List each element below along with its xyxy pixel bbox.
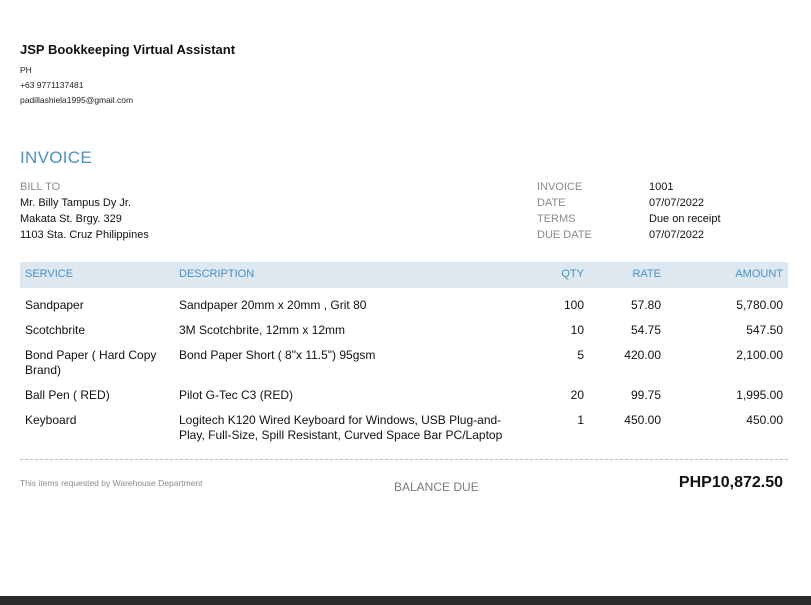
bottom-bar bbox=[0, 596, 811, 605]
cell-description: Sandpaper 20mm x 20mm , Grit 80 bbox=[179, 298, 367, 312]
header-service: SERVICE bbox=[25, 268, 74, 280]
cell-rate: 420.00 bbox=[624, 348, 661, 362]
meta-row-invoice: INVOICE 1001 bbox=[537, 179, 721, 195]
cell-description: Bond Paper Short ( 8"x 11.5") 95gsm bbox=[179, 348, 376, 362]
cell-rate: 450.00 bbox=[624, 413, 661, 427]
cell-service: Bond Paper ( Hard Copy Brand) bbox=[25, 348, 157, 377]
meta-label: DATE bbox=[537, 197, 566, 209]
company-email: padillashiela1995@gmail.com bbox=[20, 95, 134, 105]
company-phone: +63 9771137481 bbox=[20, 80, 84, 90]
table-row: Bond Paper ( Hard Copy Brand) Bond Paper… bbox=[20, 348, 788, 388]
cell-description: Pilot G-Tec C3 (RED) bbox=[179, 388, 294, 402]
cell-qty: 10 bbox=[570, 323, 584, 337]
meta-value: Due on receipt bbox=[649, 213, 721, 225]
cell-amount: 2,100.00 bbox=[736, 348, 783, 362]
cell-amount: 547.50 bbox=[746, 323, 783, 337]
meta-row-terms: TERMS Due on receipt bbox=[537, 211, 721, 227]
table-row: Sandpaper Sandpaper 20mm x 20mm , Grit 8… bbox=[20, 298, 788, 323]
meta-label: INVOICE bbox=[537, 181, 583, 193]
cell-amount: 5,780.00 bbox=[736, 298, 783, 312]
header-description: DESCRIPTION bbox=[179, 268, 255, 280]
invoice-meta: INVOICE 1001 DATE 07/07/2022 TERMS Due o… bbox=[537, 179, 721, 243]
dashed-divider bbox=[20, 459, 788, 460]
bill-to-label: BILL TO bbox=[20, 181, 61, 193]
cell-description: Logitech K120 Wired Keyboard for Windows… bbox=[179, 413, 503, 442]
balance-due-value: PHP10,872.50 bbox=[678, 474, 783, 491]
line-items: Sandpaper Sandpaper 20mm x 20mm , Grit 8… bbox=[20, 298, 788, 453]
table-row: Scotchbrite 3M Scotchbrite, 12mm x 12mm … bbox=[20, 323, 788, 348]
cell-service: Ball Pen ( RED) bbox=[25, 388, 110, 402]
header-rate: RATE bbox=[632, 268, 661, 280]
table-row: Ball Pen ( RED) Pilot G-Tec C3 (RED) 20 … bbox=[20, 388, 788, 413]
header-amount: AMOUNT bbox=[735, 268, 783, 280]
meta-row-due-date: DUE DATE 07/07/2022 bbox=[537, 227, 721, 243]
invoice-title: INVOICE bbox=[20, 148, 93, 167]
bill-to-address2: 1103 Sta. Cruz Philippines bbox=[20, 229, 149, 241]
meta-value: 07/07/2022 bbox=[649, 197, 705, 209]
bill-to-address1: Makata St. Brgy. 329 bbox=[20, 213, 122, 225]
company-country: PH bbox=[20, 65, 32, 75]
cell-service: Keyboard bbox=[25, 413, 77, 427]
cell-qty: 20 bbox=[570, 388, 584, 402]
meta-row-date: DATE 07/07/2022 bbox=[537, 195, 721, 211]
company-name: JSP Bookkeeping Virtual Assistant bbox=[20, 42, 236, 57]
cell-rate: 99.75 bbox=[630, 388, 661, 402]
table-row: Keyboard Logitech K120 Wired Keyboard fo… bbox=[20, 413, 788, 453]
cell-description: 3M Scotchbrite, 12mm x 12mm bbox=[179, 323, 346, 337]
meta-value: 07/07/2022 bbox=[649, 229, 705, 241]
cell-service: Sandpaper bbox=[25, 298, 84, 312]
cell-rate: 54.75 bbox=[630, 323, 661, 337]
balance-due-label: BALANCE DUE bbox=[394, 480, 479, 494]
meta-label: TERMS bbox=[537, 213, 576, 225]
bill-to-name: Mr. Billy Tampus Dy Jr. bbox=[20, 197, 132, 209]
footer-note: This items requested by Warehouse Depart… bbox=[20, 478, 203, 488]
cell-qty: 100 bbox=[563, 298, 584, 312]
cell-qty: 1 bbox=[577, 413, 584, 427]
cell-amount: 450.00 bbox=[746, 413, 783, 427]
cell-amount: 1,995.00 bbox=[736, 388, 783, 402]
cell-service: Scotchbrite bbox=[25, 323, 86, 337]
cell-qty: 5 bbox=[577, 348, 584, 362]
meta-label: DUE DATE bbox=[537, 229, 592, 241]
cell-rate: 57.80 bbox=[630, 298, 661, 312]
bill-to-block: BILL TO Mr. Billy Tampus Dy Jr. Makata S… bbox=[20, 179, 149, 243]
header-qty: QTY bbox=[561, 268, 584, 280]
table-header: SERVICE DESCRIPTION QTY RATE AMOUNT bbox=[20, 262, 788, 288]
meta-value: 1001 bbox=[649, 181, 674, 193]
company-block: JSP Bookkeeping Virtual Assistant PH +63… bbox=[20, 42, 235, 108]
